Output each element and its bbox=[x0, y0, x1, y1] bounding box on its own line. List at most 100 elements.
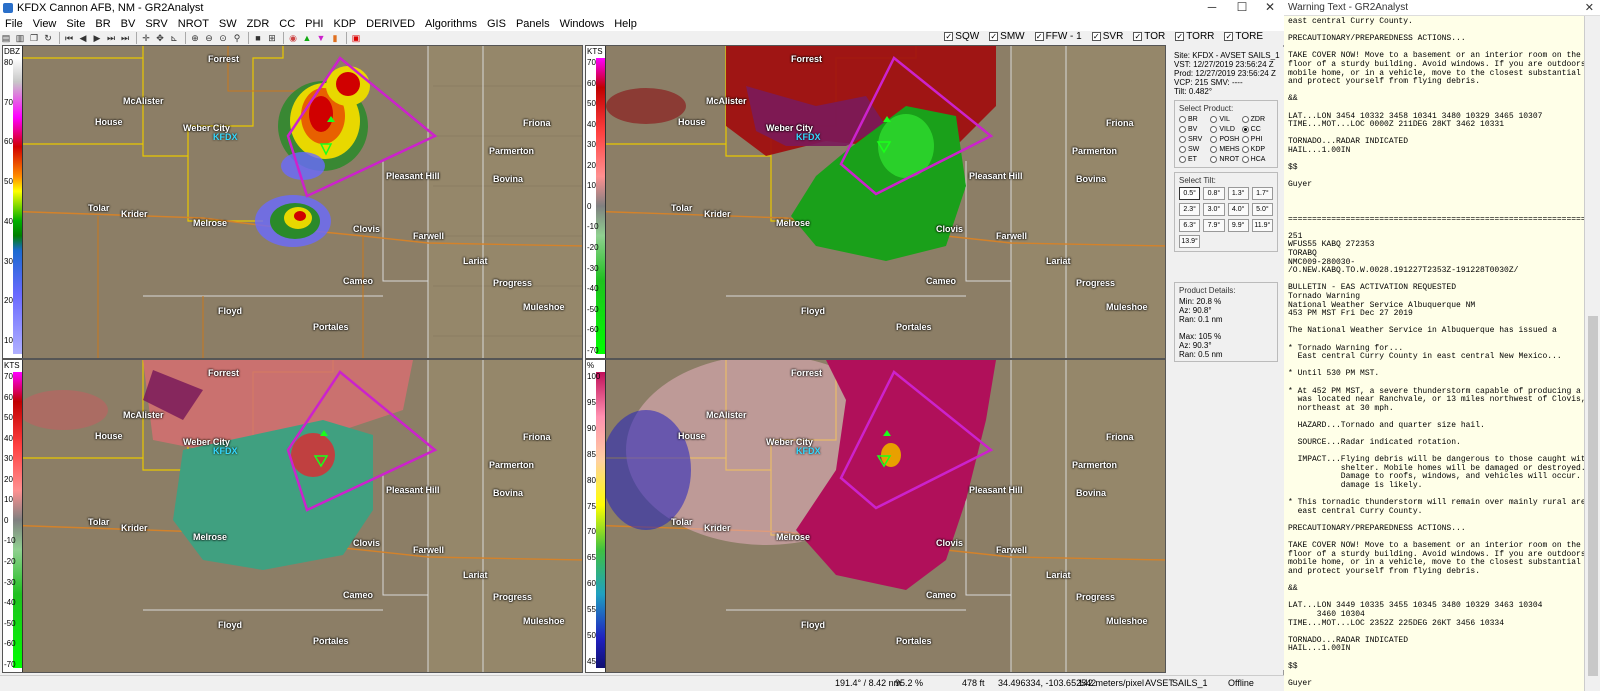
radio-icon[interactable] bbox=[1210, 146, 1218, 153]
toggle-tor[interactable]: ✓ TOR bbox=[1133, 31, 1165, 42]
radio-icon[interactable] bbox=[1179, 136, 1186, 143]
warning-text-body[interactable]: east central Curry County. PRECAUTIONARY… bbox=[1284, 16, 1584, 691]
product-option-vild[interactable]: VILD bbox=[1210, 125, 1241, 134]
menu-panels[interactable]: Panels bbox=[511, 17, 555, 31]
last-frame-icon[interactable]: ⏭ bbox=[119, 32, 131, 44]
menu-sw[interactable]: SW bbox=[214, 17, 242, 31]
radio-icon[interactable] bbox=[1210, 116, 1218, 123]
radio-icon[interactable] bbox=[1179, 116, 1186, 123]
tilt-button[interactable]: 2.3° bbox=[1179, 203, 1201, 216]
warning-icon[interactable]: ▮ bbox=[329, 32, 341, 44]
tilt-button[interactable]: 13.9° bbox=[1179, 235, 1201, 248]
checkbox-icon[interactable]: ✓ bbox=[944, 32, 954, 41]
menu-site[interactable]: Site bbox=[61, 17, 90, 31]
menu-algorithms[interactable]: Algorithms bbox=[420, 17, 482, 31]
menu-cc[interactable]: CC bbox=[274, 17, 300, 31]
warning-scrollbar[interactable] bbox=[1584, 16, 1600, 691]
product-option-sw[interactable]: SW bbox=[1179, 145, 1210, 154]
menu-bv[interactable]: BV bbox=[116, 17, 141, 31]
checkbox-icon[interactable]: ✓ bbox=[989, 32, 999, 41]
measure-icon[interactable]: ⊾ bbox=[168, 32, 180, 44]
warning-close-button[interactable]: ✕ bbox=[1585, 1, 1594, 14]
menu-help[interactable]: Help bbox=[609, 17, 642, 31]
radio-icon[interactable] bbox=[1241, 126, 1249, 133]
tilt-button[interactable]: 7.9° bbox=[1203, 219, 1225, 232]
pan-icon[interactable]: ✥ bbox=[154, 32, 166, 44]
next-frame-icon[interactable]: ⏭ bbox=[105, 32, 117, 44]
tilt-button[interactable]: 0.5° bbox=[1179, 187, 1201, 200]
copy-icon[interactable]: ❐ bbox=[28, 32, 40, 44]
zoom-reset-icon[interactable]: ⊙ bbox=[217, 32, 229, 44]
tvs-up-icon[interactable]: ▲ bbox=[301, 32, 313, 44]
product-option-vil[interactable]: VIL bbox=[1210, 115, 1241, 124]
checkbox-icon[interactable]: ✓ bbox=[1224, 32, 1234, 41]
checkbox-icon[interactable]: ✓ bbox=[1133, 32, 1143, 41]
radio-icon[interactable] bbox=[1241, 116, 1249, 123]
palette-icon[interactable]: ◉ bbox=[287, 32, 299, 44]
prev-frame-icon[interactable]: ◀ bbox=[77, 32, 89, 44]
radio-icon[interactable] bbox=[1179, 156, 1186, 163]
radio-icon[interactable] bbox=[1241, 146, 1249, 153]
toggle-sqw[interactable]: ✓ SQW bbox=[944, 31, 979, 42]
radar-panel-storm-relative-velocity[interactable]: KTS 70 60 50 40 30 20 10 0 -10 -20 -30 -40 -50 -60 -70… bbox=[2, 359, 583, 673]
menu-gis[interactable]: GIS bbox=[482, 17, 511, 31]
grid-icon[interactable]: ⊞ bbox=[266, 32, 278, 44]
save-icon[interactable]: ▥ bbox=[14, 32, 26, 44]
tilt-button[interactable]: 4.0° bbox=[1227, 203, 1249, 216]
refresh-icon[interactable]: ↻ bbox=[42, 32, 54, 44]
radio-icon[interactable] bbox=[1241, 156, 1249, 163]
play-icon[interactable]: ▶ bbox=[91, 32, 103, 44]
menu-view[interactable]: View bbox=[28, 17, 62, 31]
menu-nrot[interactable]: NROT bbox=[173, 17, 214, 31]
radio-icon[interactable] bbox=[1241, 136, 1249, 143]
product-option-kdp[interactable]: KDP bbox=[1241, 145, 1273, 154]
product-option-mehs[interactable]: MEHS bbox=[1210, 145, 1241, 154]
tilt-button[interactable]: 0.8° bbox=[1203, 187, 1225, 200]
menu-phi[interactable]: PHI bbox=[300, 17, 328, 31]
tilt-button[interactable]: 3.0° bbox=[1203, 203, 1225, 216]
radar-panel-reflectivity[interactable]: DBZ 80 70 60 50 40 30 20 10 Forrest McAlister Hou… bbox=[2, 45, 583, 359]
maximize-button[interactable]: ☐ bbox=[1228, 0, 1256, 16]
menu-windows[interactable]: Windows bbox=[555, 17, 610, 31]
minimize-button[interactable]: ─ bbox=[1198, 0, 1226, 16]
checkbox-icon[interactable]: ✓ bbox=[1034, 32, 1044, 41]
menu-zdr[interactable]: ZDR bbox=[242, 17, 275, 31]
crosshair-icon[interactable]: ✛ bbox=[140, 32, 152, 44]
radio-icon[interactable] bbox=[1179, 146, 1186, 153]
toggle-torr[interactable]: ✓ TORR bbox=[1175, 31, 1214, 42]
checkbox-icon[interactable]: ✓ bbox=[1091, 32, 1101, 41]
product-option-hca[interactable]: HCA bbox=[1241, 155, 1273, 164]
open-icon[interactable]: ▤ bbox=[0, 32, 12, 44]
toggle-tore[interactable]: ✓ TORE bbox=[1224, 31, 1263, 42]
tilt-button[interactable]: 9.9° bbox=[1227, 219, 1249, 232]
toggle-ffw-1[interactable]: ✓ FFW - 1 bbox=[1034, 31, 1082, 42]
toggle-svr[interactable]: ✓ SVR bbox=[1091, 31, 1123, 42]
menu-kdp[interactable]: KDP bbox=[329, 17, 362, 31]
product-option-bv[interactable]: BV bbox=[1179, 125, 1210, 134]
product-option-phi[interactable]: PHI bbox=[1241, 135, 1273, 144]
radio-icon[interactable] bbox=[1179, 126, 1186, 133]
radio-icon[interactable] bbox=[1210, 126, 1218, 133]
radar-panel-velocity[interactable]: KTS 70 60 50 40 30 20 10 0 -10 -20 -30 -40 -50 -60 -70… bbox=[585, 45, 1166, 359]
menu-br[interactable]: BR bbox=[90, 17, 115, 31]
menu-srv[interactable]: SRV bbox=[140, 17, 172, 31]
tilt-button[interactable]: 1.3° bbox=[1227, 187, 1249, 200]
zoom-out-icon[interactable]: ⊖ bbox=[203, 32, 215, 44]
first-frame-icon[interactable]: ⏮ bbox=[63, 32, 75, 44]
toggle-smw[interactable]: ✓ SMW bbox=[989, 31, 1025, 42]
zoom-in-icon[interactable]: ⊕ bbox=[189, 32, 201, 44]
product-option-cc[interactable]: CC bbox=[1241, 125, 1273, 134]
scrollbar-thumb[interactable] bbox=[1588, 316, 1598, 676]
product-option-nrot[interactable]: NROT bbox=[1210, 155, 1241, 164]
close-button[interactable]: ✕ bbox=[1256, 0, 1284, 16]
product-option-et[interactable]: ET bbox=[1179, 155, 1210, 164]
tilt-button[interactable]: 1.7° bbox=[1251, 187, 1273, 200]
tilt-button[interactable]: 5.0° bbox=[1251, 203, 1273, 216]
menu-derived[interactable]: DERIVED bbox=[361, 17, 420, 31]
checkbox-icon[interactable]: ✓ bbox=[1175, 32, 1185, 41]
radio-icon[interactable] bbox=[1210, 136, 1218, 143]
tilt-button[interactable]: 6.3° bbox=[1179, 219, 1201, 232]
radio-icon[interactable] bbox=[1210, 156, 1218, 163]
link-icon[interactable]: ⚲ bbox=[231, 32, 243, 44]
record-icon[interactable]: ▣ bbox=[350, 32, 362, 44]
